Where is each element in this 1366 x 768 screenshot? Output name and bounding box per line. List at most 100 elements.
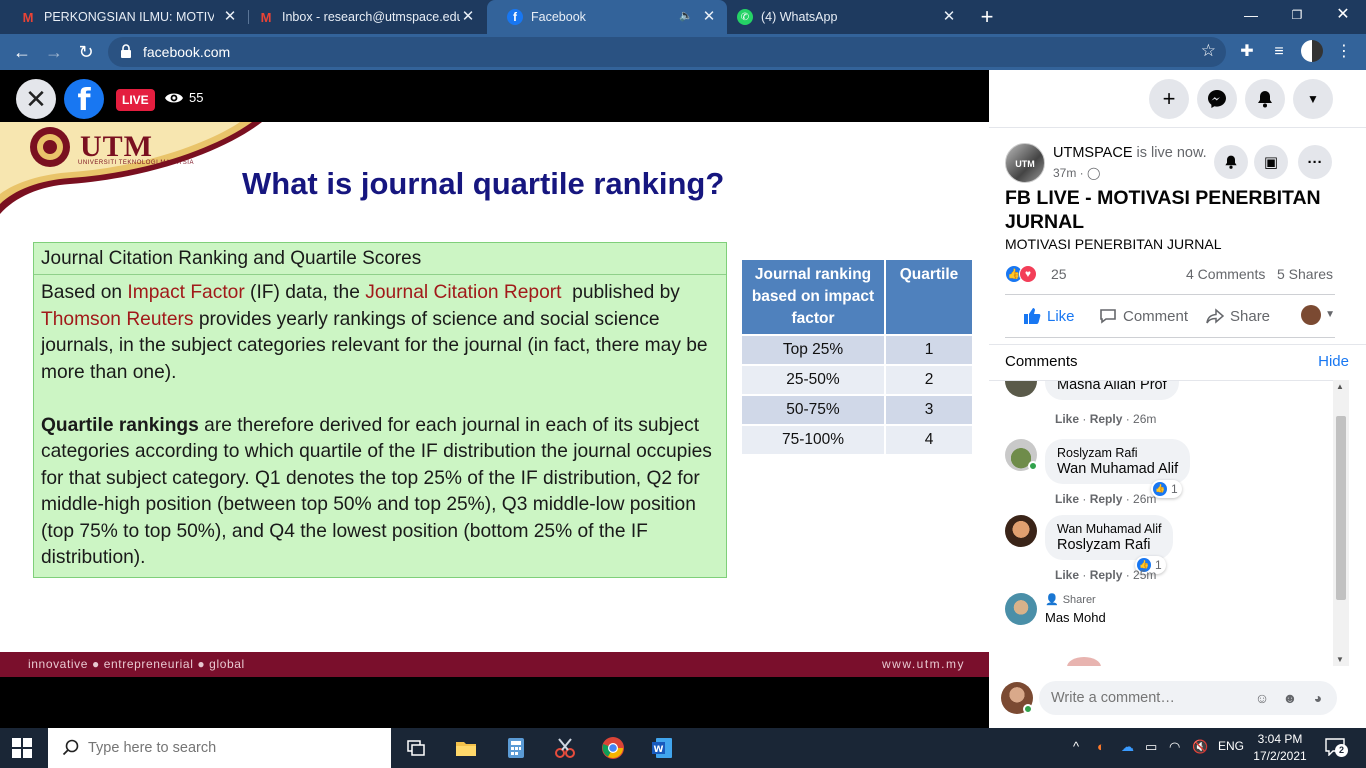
post-author[interactable]: UTMSPACE bbox=[1053, 145, 1133, 161]
close-video-button[interactable]: ✕ bbox=[16, 79, 56, 119]
svg-text:W: W bbox=[654, 745, 664, 755]
table-row: 75-100% 4 bbox=[742, 426, 972, 454]
utmspace-avatar[interactable]: UTM bbox=[1005, 143, 1045, 183]
messenger-button[interactable] bbox=[1197, 79, 1237, 119]
volume-muted-icon[interactable]: 🔇 bbox=[1192, 739, 1208, 755]
file-explorer-icon[interactable] bbox=[454, 736, 478, 760]
table-cell: 25-50% bbox=[742, 366, 884, 394]
comment-like-link[interactable]: Like bbox=[1055, 492, 1079, 506]
facebook-logo-icon[interactable]: f bbox=[64, 79, 104, 119]
system-clock[interactable]: 3:04 PM 17/2/2021 bbox=[1238, 731, 1322, 765]
back-button[interactable]: ← bbox=[8, 38, 36, 66]
comment-author[interactable]: Wan Muhamad Alif bbox=[1057, 522, 1161, 536]
scrollbar-thumb[interactable] bbox=[1336, 416, 1346, 600]
next-commenter-avatar bbox=[1067, 657, 1101, 666]
antivirus-icon[interactable]: ◐ bbox=[1097, 739, 1105, 754]
notifications-button[interactable] bbox=[1245, 79, 1285, 119]
share-label: Share bbox=[1230, 307, 1271, 325]
tab-title: Facebook bbox=[531, 10, 586, 24]
restore-button[interactable]: ❐ bbox=[1274, 0, 1320, 30]
live-video-player[interactable]: ✕ f LIVE 55 UTM UNIVERSITI TEKNOLOGI MAL… bbox=[0, 70, 989, 728]
tab-facebook[interactable]: f Facebook 🔈 ✕ bbox=[487, 0, 727, 34]
scroll-down-arrow[interactable]: ▼ bbox=[1336, 655, 1344, 664]
forward-button[interactable]: → bbox=[40, 38, 68, 66]
close-tab-icon[interactable]: ✕ bbox=[222, 9, 238, 25]
shares-count[interactable]: 5 Shares bbox=[1277, 266, 1333, 282]
hide-comments-link[interactable]: Hide bbox=[1318, 353, 1349, 370]
emoji-icon[interactable]: ☻ bbox=[1281, 689, 1299, 707]
table-header: Journal ranking based on impact factor bbox=[742, 260, 884, 334]
comment-author[interactable]: Roslyzam Rafi bbox=[1057, 446, 1178, 460]
wifi-icon[interactable]: ◠ bbox=[1169, 739, 1180, 755]
taskbar-search[interactable] bbox=[48, 728, 391, 768]
word-icon[interactable]: W bbox=[650, 736, 674, 760]
save-post-button[interactable]: ▣ bbox=[1254, 145, 1288, 179]
comment-button[interactable]: Comment bbox=[1099, 307, 1188, 325]
comment-list[interactable]: Masha Allah Prof Like · Reply · 26m Rosl… bbox=[989, 380, 1334, 666]
reaction-count[interactable]: 25 bbox=[1051, 266, 1067, 282]
chrome-icon[interactable] bbox=[601, 736, 625, 760]
bookmark-star-icon[interactable]: ☆ bbox=[1201, 41, 1216, 61]
address-bar[interactable]: facebook.com ☆ bbox=[108, 37, 1226, 67]
lock-icon[interactable] bbox=[120, 44, 132, 58]
comment-time[interactable]: 26m bbox=[1133, 492, 1156, 506]
onedrive-icon[interactable]: ☁ bbox=[1121, 739, 1134, 755]
extensions-icon[interactable]: ✚ bbox=[1235, 40, 1259, 64]
paragraph-impact-factor: Based on Impact Factor (IF) data, the Jo… bbox=[41, 280, 727, 386]
comment-like-link[interactable]: Like bbox=[1055, 568, 1079, 582]
avatar-sticker-icon[interactable]: ☺ bbox=[1253, 689, 1271, 707]
comment-reply-link[interactable]: Reply bbox=[1090, 412, 1123, 426]
search-input[interactable] bbox=[88, 738, 378, 758]
media-controls-icon[interactable]: ≡ bbox=[1267, 40, 1291, 64]
close-tab-icon[interactable]: ✕ bbox=[460, 9, 476, 25]
caret-down-icon[interactable]: ▼ bbox=[1325, 309, 1335, 320]
follow-notifications-button[interactable] bbox=[1214, 145, 1248, 179]
comments-scrollbar[interactable]: ▲ ▼ bbox=[1333, 380, 1349, 666]
post-options-button[interactable]: ··· bbox=[1298, 145, 1332, 179]
battery-icon[interactable]: ▭ bbox=[1145, 739, 1157, 755]
comment-reply-link[interactable]: Reply bbox=[1090, 492, 1123, 506]
speaker-muted-icon[interactable]: 🔈 bbox=[679, 9, 693, 22]
close-tab-icon[interactable]: ✕ bbox=[941, 9, 957, 25]
close-window-button[interactable]: ✕ bbox=[1320, 0, 1366, 30]
new-tab-button[interactable]: + bbox=[978, 4, 996, 30]
comments-count[interactable]: 4 Comments bbox=[1186, 266, 1265, 282]
comment-time[interactable]: 25m bbox=[1133, 568, 1156, 582]
calculator-icon[interactable] bbox=[504, 736, 528, 760]
url-text[interactable]: facebook.com bbox=[143, 44, 230, 60]
comment-reply-link[interactable]: Reply bbox=[1090, 568, 1123, 582]
show-hidden-icons[interactable]: ^ bbox=[1073, 739, 1079, 754]
tab-perkongsian-ilmu[interactable]: M PERKONGSIAN ILMU: MOTIVASI P ✕ bbox=[0, 0, 248, 34]
love-reaction-icon[interactable]: ♥ bbox=[1019, 265, 1037, 283]
react-as-avatar[interactable] bbox=[1301, 305, 1321, 325]
minimize-button[interactable]: — bbox=[1228, 0, 1274, 30]
snipping-tool-icon[interactable] bbox=[553, 736, 577, 760]
notification-center-button[interactable]: 2 bbox=[1325, 738, 1348, 758]
task-view-icon[interactable] bbox=[404, 736, 428, 760]
comment-input-box[interactable]: ☺ ☻ ◕ bbox=[1039, 681, 1337, 715]
post-time-text[interactable]: 37m · bbox=[1053, 166, 1084, 180]
commenter-avatar[interactable] bbox=[1005, 381, 1037, 397]
comment-like-link[interactable]: Like bbox=[1055, 412, 1079, 426]
commenter-avatar[interactable] bbox=[1005, 515, 1037, 547]
browser-menu-icon[interactable]: ⋮ bbox=[1332, 40, 1356, 64]
scroll-up-arrow[interactable]: ▲ bbox=[1336, 382, 1344, 391]
share-button[interactable]: Share bbox=[1206, 307, 1270, 325]
windows-start-icon[interactable] bbox=[12, 738, 32, 758]
sharer-avatar[interactable] bbox=[1005, 593, 1037, 625]
tab-whatsapp[interactable]: ✆ (4) WhatsApp ✕ bbox=[717, 0, 967, 34]
create-button[interactable]: + bbox=[1149, 79, 1189, 119]
like-button[interactable]: Like bbox=[1023, 307, 1075, 325]
sticker-icon[interactable]: ◕ bbox=[1309, 689, 1327, 707]
text-run-bold: Quartile rankings bbox=[41, 414, 199, 436]
post-title: FB LIVE - MOTIVASI PENERBITAN JURNAL bbox=[1005, 187, 1321, 233]
account-menu-button[interactable]: ▼ bbox=[1293, 79, 1333, 119]
tab-inbox[interactable]: M Inbox - research@utmspace.edu. ✕ bbox=[238, 0, 486, 34]
comment-time[interactable]: 26m bbox=[1133, 412, 1156, 426]
close-tab-icon[interactable]: ✕ bbox=[701, 9, 717, 25]
reload-button[interactable]: ↻ bbox=[72, 38, 100, 66]
profile-avatar[interactable] bbox=[1300, 40, 1324, 64]
comment-input[interactable] bbox=[1051, 688, 1241, 708]
sharer-name[interactable]: Mas Mohd bbox=[1045, 610, 1106, 625]
quartile-explanation-box: Journal Citation Ranking and Quartile Sc… bbox=[33, 242, 727, 578]
